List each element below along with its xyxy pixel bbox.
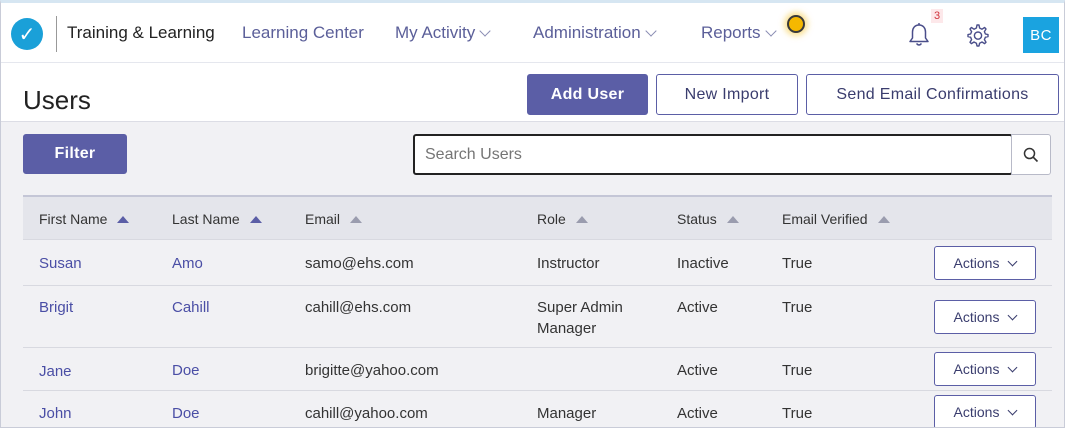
add-user-button[interactable]: Add User [527, 74, 648, 115]
chevron-down-icon [764, 25, 777, 37]
actions-dropdown-button[interactable]: Actions [934, 395, 1036, 427]
sort-asc-icon [350, 215, 363, 223]
role-cell: Manager [537, 405, 597, 422]
chevron-down-icon [1008, 310, 1018, 320]
filter-button[interactable]: Filter [23, 134, 127, 174]
status-cell: Inactive [677, 255, 729, 272]
chevron-down-icon [1008, 405, 1018, 415]
role-cell: Super Admin Manager [537, 299, 623, 337]
status-cell: Active [677, 362, 718, 379]
column-header-last-name[interactable]: Last Name [172, 211, 262, 227]
column-header-email[interactable]: Email [305, 211, 363, 227]
last-name-link[interactable]: Doe [172, 360, 200, 381]
search-icon [1023, 147, 1039, 162]
chevron-down-icon [1008, 362, 1018, 372]
email-verified-cell: True [782, 405, 813, 422]
gear-icon[interactable] [964, 22, 990, 48]
chevron-down-icon [1008, 256, 1018, 266]
status-cell: Active [677, 405, 718, 422]
sort-asc-icon [726, 215, 739, 223]
first-name-link[interactable]: Jane [39, 361, 72, 382]
email-verified-cell: True [782, 362, 813, 379]
email-cell: samo@ehs.com [305, 255, 414, 272]
actions-dropdown-button[interactable]: Actions [934, 352, 1036, 386]
search-button[interactable] [1011, 134, 1051, 175]
table-row: John Doe cahill@yahoo.com Manager Active… [23, 391, 1052, 427]
column-header-status[interactable]: Status [677, 211, 739, 227]
actions-dropdown-button[interactable]: Actions [934, 300, 1036, 334]
page-title: Users [23, 85, 91, 115]
table-row: Jane Doe brigitte@yahoo.com Active True … [23, 348, 1052, 391]
app-window: ✓ Training & Learning Learning Center My… [0, 0, 1065, 428]
nav-label: Learning Center [242, 23, 364, 42]
logo-divider [56, 16, 57, 52]
email-cell: cahill@ehs.com [305, 299, 412, 316]
nav-learning-center[interactable]: Learning Center [242, 23, 364, 43]
chevron-down-icon [645, 25, 657, 37]
nav-label: Reports [701, 23, 761, 42]
nav-administration[interactable]: Administration [533, 23, 657, 43]
bell-icon[interactable] [907, 22, 931, 48]
column-header-first-name[interactable]: First Name [39, 211, 130, 227]
nav-my-activity[interactable]: My Activity [395, 23, 491, 43]
chevron-down-icon [479, 25, 491, 37]
send-email-confirmations-button[interactable]: Send Email Confirmations [806, 74, 1059, 115]
actions-dropdown-button[interactable]: Actions [934, 246, 1036, 280]
nav-reports[interactable]: Reports [701, 23, 777, 43]
first-name-link[interactable]: Susan [39, 253, 82, 274]
last-name-link[interactable]: Cahill [172, 297, 210, 318]
first-name-link[interactable]: Brigit [39, 297, 73, 318]
sort-asc-icon [117, 215, 130, 223]
sort-asc-icon [575, 215, 588, 223]
column-header-email-verified[interactable]: Email Verified [782, 211, 890, 227]
search-input[interactable] [413, 134, 1013, 175]
sort-asc-icon [877, 215, 890, 223]
first-name-link[interactable]: John [39, 403, 72, 424]
status-cell: Active [677, 299, 718, 316]
table-row: Brigit Cahill cahill@ehs.com Super Admin… [23, 286, 1052, 348]
email-cell: cahill@yahoo.com [305, 405, 428, 422]
table-header: First Name Last Name Email Role Status E… [23, 195, 1052, 240]
table-row: Susan Amo samo@ehs.com Instructor Inacti… [23, 240, 1052, 286]
new-import-button[interactable]: New Import [656, 74, 798, 115]
guide-hotspot-icon[interactable] [787, 15, 805, 33]
email-verified-cell: True [782, 299, 813, 316]
users-table: First Name Last Name Email Role Status E… [23, 195, 1052, 427]
user-avatar[interactable]: BC [1023, 17, 1059, 53]
role-cell: Instructor [537, 255, 600, 272]
sort-asc-icon [249, 215, 262, 223]
column-header-role[interactable]: Role [537, 211, 588, 227]
email-cell: brigitte@yahoo.com [305, 362, 439, 379]
last-name-link[interactable]: Doe [172, 403, 200, 424]
brand-logo-icon[interactable]: ✓ [11, 18, 43, 50]
top-nav: ✓ Training & Learning Learning Center My… [1, 3, 1064, 63]
last-name-link[interactable]: Amo [172, 253, 203, 274]
nav-label: Administration [533, 23, 641, 42]
nav-label: My Activity [395, 23, 476, 42]
email-verified-cell: True [782, 255, 813, 272]
notification-badge: 3 [931, 9, 944, 23]
app-title: Training & Learning [67, 23, 215, 42]
users-content-area: Filter First Name Last Name Email [1, 121, 1064, 427]
